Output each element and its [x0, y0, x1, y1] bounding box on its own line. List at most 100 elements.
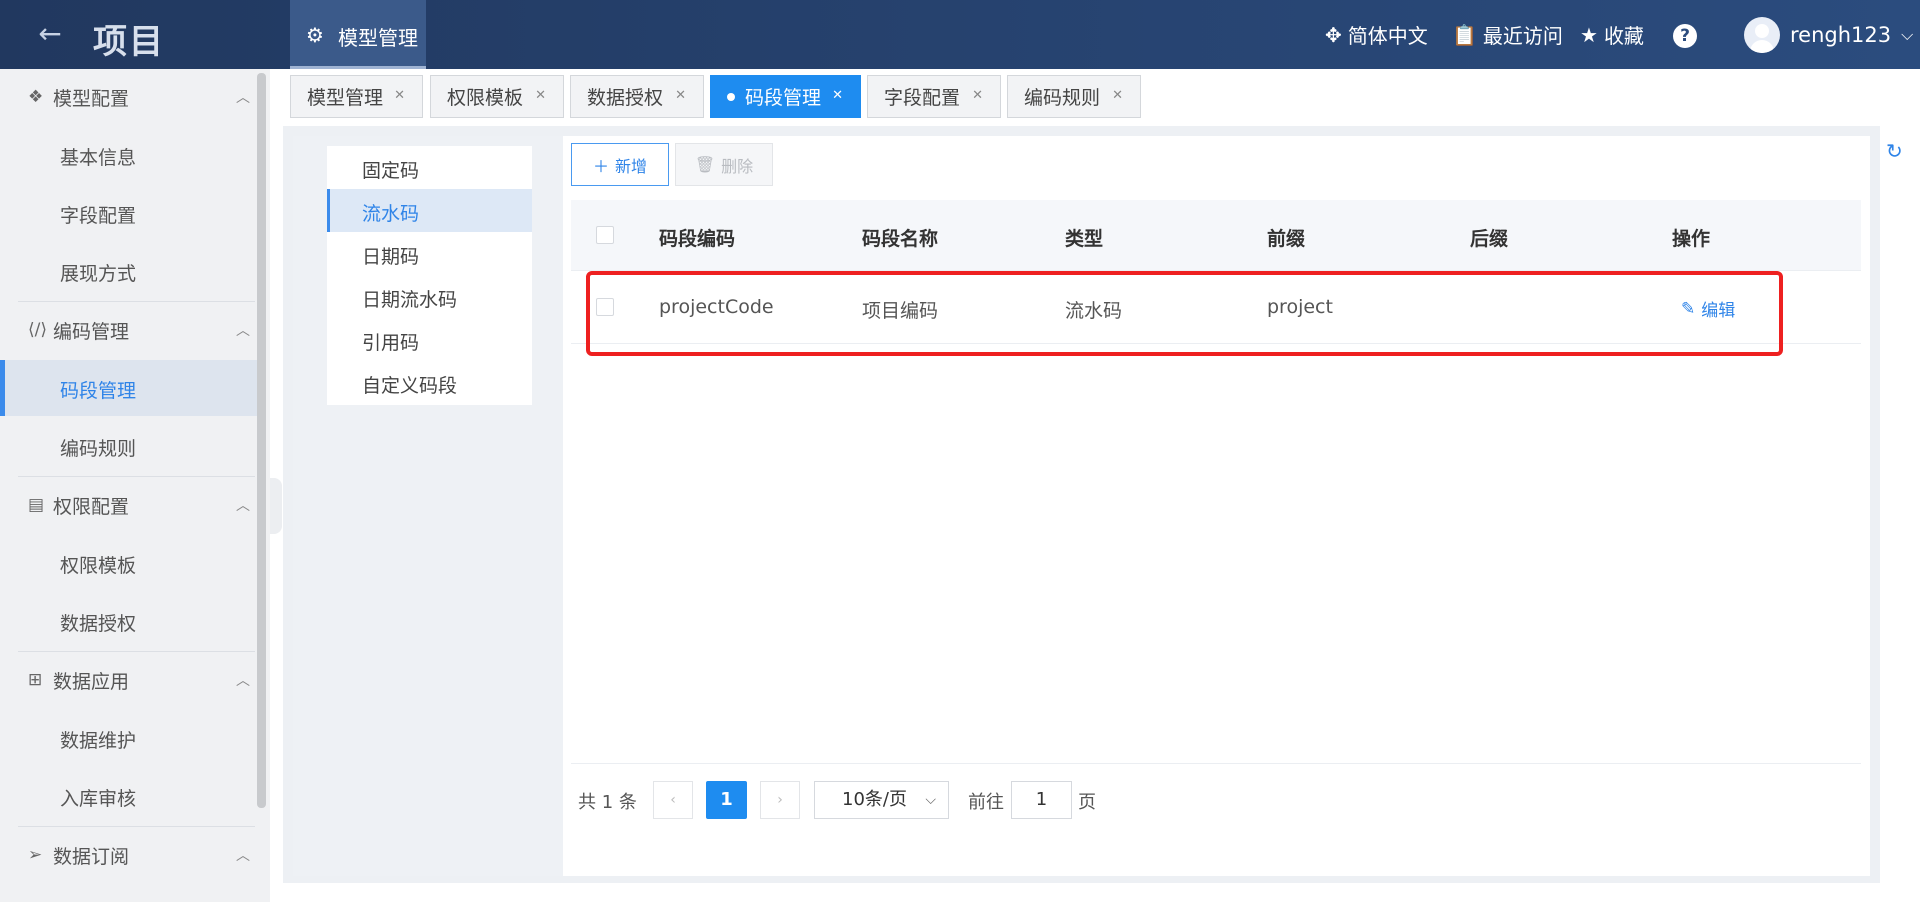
- column-header: 码段名称: [862, 228, 939, 250]
- top-tab-model-management[interactable]: ⚙ 模型管理: [290, 0, 426, 69]
- sidebar-group-label: 模型配置: [53, 87, 130, 110]
- sidebar-item-field-config[interactable]: 字段配置: [0, 185, 257, 241]
- sidebar-group-data-application[interactable]: ⊞ 数据应用 ︿: [0, 652, 257, 708]
- sidebar-group-label: 权限配置: [53, 495, 130, 518]
- star-icon: ★: [1580, 22, 1598, 47]
- tab-segment-management[interactable]: 码段管理 ✕: [710, 75, 861, 118]
- pagination-total: 共 1 条: [578, 792, 637, 813]
- column-header: 操作: [1672, 228, 1711, 250]
- close-icon[interactable]: ✕: [394, 88, 405, 103]
- sidebar-item-label: 字段配置: [60, 205, 137, 227]
- code-type-list: 固定码 流水码 日期码 日期流水码 引用码 自定义码段: [327, 146, 532, 405]
- language-label: 简体中文: [1347, 24, 1428, 48]
- user-menu[interactable]: rengh123 ⌵: [1744, 17, 1913, 53]
- code-type-label: 日期码: [362, 246, 420, 268]
- page-size-value: 10条/页: [842, 789, 907, 810]
- sidebar-scrollbar[interactable]: [257, 73, 266, 808]
- sidebar-group-model-config[interactable]: ❖ 模型配置 ︿: [0, 69, 257, 125]
- code-type-label: 日期流水码: [362, 289, 458, 311]
- sidebar-group-data-subscription[interactable]: ➢ 数据订阅 ︿: [0, 827, 257, 883]
- clipboard-icon: 📋: [1452, 22, 1477, 47]
- recent-visits[interactable]: 📋 最近访问: [1452, 20, 1563, 49]
- tab-permission-template[interactable]: 权限模板 ✕: [430, 75, 564, 118]
- column-header: 前缀: [1267, 228, 1306, 250]
- delete-button[interactable]: 🗑 删除: [675, 143, 773, 186]
- favorites[interactable]: ★ 收藏: [1580, 20, 1644, 49]
- tab-label: 码段管理: [745, 87, 822, 109]
- grid-apps-icon: ⊞: [28, 670, 43, 690]
- code-type-serial[interactable]: 流水码: [327, 189, 532, 232]
- tab-label: 字段配置: [884, 87, 961, 109]
- avatar: [1744, 17, 1780, 53]
- sidebar-group-label: 编码管理: [53, 320, 130, 343]
- close-icon[interactable]: ✕: [972, 88, 983, 103]
- sidebar-item-label: 入库审核: [60, 788, 137, 810]
- code-type-date-serial[interactable]: 日期流水码: [327, 275, 532, 318]
- next-page-button[interactable]: ›: [760, 781, 800, 819]
- code-type-date[interactable]: 日期码: [327, 232, 532, 275]
- sidebar-item-label: 基本信息: [60, 147, 137, 169]
- goto-page-input[interactable]: 1: [1011, 781, 1072, 819]
- favorites-label: 收藏: [1603, 24, 1644, 48]
- tab-label: 数据授权: [587, 87, 664, 109]
- close-icon[interactable]: ✕: [675, 88, 686, 103]
- sidebar-item-basic-info[interactable]: 基本信息: [0, 127, 257, 183]
- tab-label: 编码规则: [1024, 87, 1101, 109]
- recent-label: 最近访问: [1482, 24, 1563, 48]
- language-switch[interactable]: ✥ 简体中文: [1325, 20, 1428, 49]
- chevron-up-icon: ︿: [236, 848, 250, 864]
- refresh-icon[interactable]: ↻: [1886, 139, 1903, 163]
- page-size-select[interactable]: 10条/页 ⌵: [814, 781, 949, 819]
- sidebar-item-label: 展现方式: [60, 263, 137, 285]
- help-icon[interactable]: ?: [1673, 24, 1697, 48]
- current-page[interactable]: 1: [706, 781, 747, 819]
- code-type-reference[interactable]: 引用码: [327, 318, 532, 361]
- sidebar-item-display-mode[interactable]: 展现方式: [0, 243, 257, 299]
- tab-label: 权限模板: [447, 87, 524, 109]
- send-icon: ➢: [28, 845, 43, 865]
- add-button-label: 新增: [615, 156, 648, 176]
- column-header: 码段编码: [659, 228, 736, 250]
- chevron-up-icon: ︿: [236, 323, 250, 339]
- globe-icon: ✥: [1325, 22, 1342, 47]
- sidebar-item-storage-review[interactable]: 入库审核: [0, 768, 257, 824]
- sidebar-group-code-management[interactable]: ⟨/⟩ 编码管理 ︿: [0, 302, 257, 358]
- close-icon[interactable]: ✕: [1112, 88, 1123, 103]
- sidebar-group-label: 数据订阅: [53, 845, 130, 868]
- select-all-checkbox[interactable]: [596, 226, 614, 244]
- sidebar-item-segment-management[interactable]: 码段管理: [0, 360, 257, 416]
- close-icon[interactable]: ✕: [535, 88, 546, 103]
- tab-code-rules[interactable]: 编码规则 ✕: [1007, 75, 1141, 118]
- code-type-fixed[interactable]: 固定码: [327, 146, 532, 189]
- chevron-up-icon: ︿: [236, 673, 250, 689]
- tab-model-management[interactable]: 模型管理 ✕: [290, 75, 423, 118]
- tab-field-config[interactable]: 字段配置 ✕: [867, 75, 1001, 118]
- app-title: 项目: [93, 22, 165, 62]
- arrow-left-icon[interactable]: ←: [34, 18, 66, 50]
- gear-icon: ⚙: [306, 23, 324, 47]
- sidebar-collapse-handle[interactable]: [270, 478, 282, 534]
- top-tab-label: 模型管理: [338, 26, 418, 50]
- code-type-label: 自定义码段: [362, 375, 458, 397]
- add-button[interactable]: ＋ 新增: [571, 143, 669, 186]
- sidebar-item-permission-template[interactable]: 权限模板: [0, 535, 257, 591]
- goto-label: 前往: [968, 792, 1004, 813]
- close-icon[interactable]: ✕: [832, 88, 843, 103]
- sidebar-group-permission-config[interactable]: ▤ 权限配置 ︿: [0, 477, 257, 533]
- code-type-custom[interactable]: 自定义码段: [327, 361, 532, 404]
- prev-page-button[interactable]: ‹: [653, 781, 693, 819]
- trash-icon: 🗑: [694, 155, 716, 174]
- sidebar-item-code-rules[interactable]: 编码规则: [0, 418, 257, 474]
- sidebar: ❖ 模型配置 ︿ 基本信息 字段配置 展现方式 ⟨/⟩ 编码管理 ︿ 码段管理 …: [0, 69, 270, 902]
- sidebar-group-label: 数据应用: [53, 670, 130, 693]
- cube-stack-icon: ❖: [28, 87, 44, 107]
- sidebar-item-label: 编码规则: [60, 438, 137, 460]
- tab-data-authorization[interactable]: 数据授权 ✕: [570, 75, 704, 118]
- sidebar-item-label: 数据维护: [60, 730, 137, 752]
- sidebar-item-data-maintenance[interactable]: 数据维护: [0, 710, 257, 766]
- top-header: ← 项目 ⚙ 模型管理 ✥ 简体中文 📋 最近访问 ★ 收藏 ? rengh12…: [0, 0, 1920, 69]
- code-type-label: 引用码: [362, 332, 420, 354]
- delete-button-label: 删除: [721, 156, 754, 176]
- chevron-up-icon: ︿: [236, 498, 250, 514]
- sidebar-item-data-authorization[interactable]: 数据授权: [0, 593, 257, 649]
